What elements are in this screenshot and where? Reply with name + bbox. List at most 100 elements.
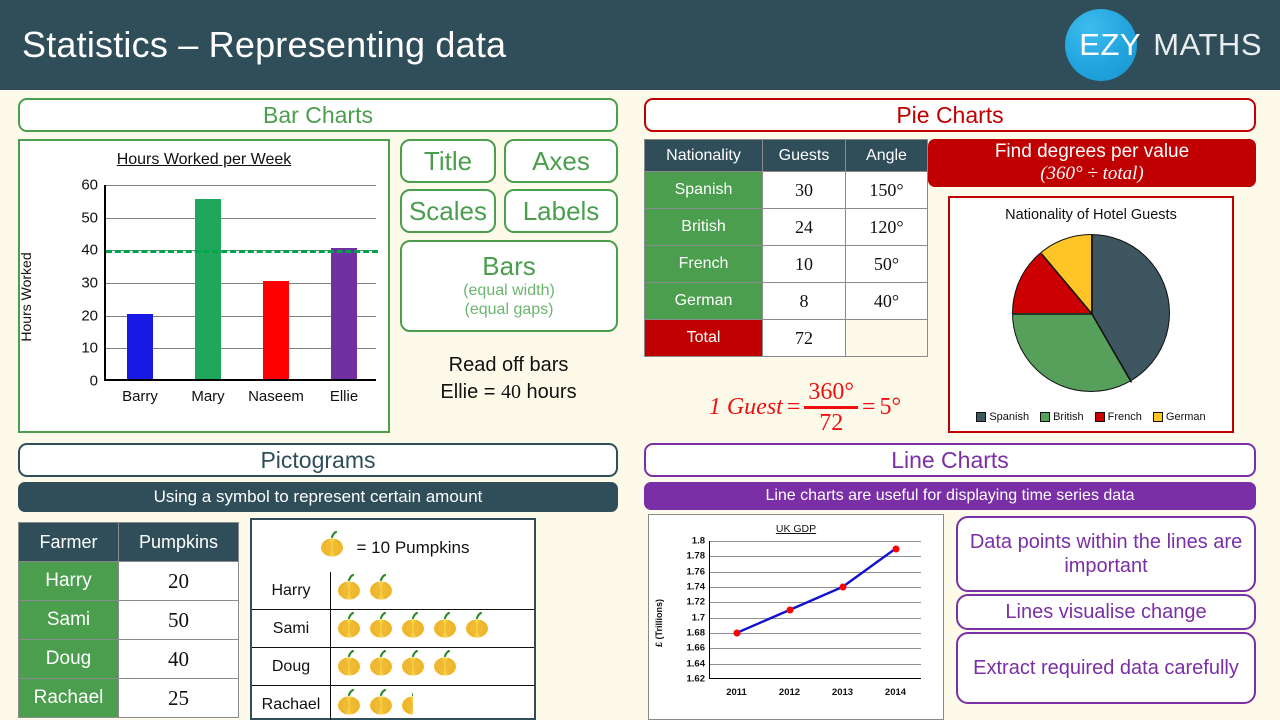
page-header: Statistics – Representing data EZY MATHS bbox=[0, 0, 1280, 90]
pictogram-row-label: Doug bbox=[271, 657, 311, 675]
bar-chart-bar bbox=[127, 313, 153, 379]
formula-denominator: 72 bbox=[819, 409, 844, 436]
pictogram-data-table: Farmer Pumpkins Harry 20 Sami 50 Doug 40 Racha… bbox=[18, 522, 239, 718]
feature-pill-title: Title bbox=[400, 139, 496, 183]
cell-farmer: Harry bbox=[18, 561, 119, 601]
cell-nationality: Spanish bbox=[644, 171, 763, 209]
cell-farmer: Rachael bbox=[18, 678, 119, 718]
formula-result: 5° bbox=[879, 393, 902, 420]
bar-chart-ylabel: Hours Worked bbox=[18, 252, 34, 342]
pumpkin-icon bbox=[434, 611, 456, 638]
pumpkin-icon bbox=[370, 611, 392, 638]
bar-chart-gridline bbox=[106, 217, 376, 219]
pictogram-symbols bbox=[330, 686, 534, 720]
bar-chart-ytick: 40 bbox=[81, 241, 98, 259]
pictogram-symbols bbox=[330, 572, 534, 609]
line-chart-datapoint bbox=[733, 629, 740, 637]
line-chart-xtick: 2011 bbox=[726, 687, 747, 698]
pumpkin-icon bbox=[338, 688, 360, 714]
section-title-bar-charts: Bar Charts bbox=[18, 98, 618, 132]
cell-angle: 120° bbox=[845, 208, 928, 246]
line-chart-ytick: 1.66 bbox=[686, 642, 706, 654]
cell-nationality: British bbox=[644, 208, 763, 246]
line-chart-panel: UK GDP £ (Trillions) 1.62 1.64 1.66 1.68 1.7… bbox=[648, 514, 944, 720]
pictogram-row-label: Sami bbox=[272, 619, 310, 637]
bar-chart-ytick: 0 bbox=[89, 372, 98, 390]
section-title-line-charts: Line Charts bbox=[644, 443, 1256, 477]
cell-empty bbox=[845, 319, 928, 357]
table-row: Harry 20 bbox=[18, 561, 239, 601]
line-chart-plot-area: 1.62 1.64 1.66 1.68 1.7 1.72 1.74 1.76 1.78 1.8 20… bbox=[687, 536, 921, 698]
pie-legend-label: Spanish bbox=[989, 411, 1030, 423]
pumpkin-icon bbox=[338, 611, 360, 638]
bar-chart-bar bbox=[263, 281, 289, 379]
read-off-value: 40 bbox=[501, 381, 521, 403]
pictogram-symbols bbox=[330, 610, 534, 647]
line-chart-ytick: 1.72 bbox=[686, 596, 706, 608]
pie-degrees-banner: Find degrees per value (360° ÷ total) bbox=[928, 139, 1256, 187]
line-chart-datapoint bbox=[786, 606, 793, 614]
pie-data-table: Nationality Guests Angle Spanish 30 150° Br… bbox=[644, 139, 928, 357]
pumpkin-icon bbox=[434, 649, 456, 676]
pie-chart-panel: Nationality of Hotel Guests Spanish Briti… bbox=[948, 196, 1234, 433]
pictogram-row: Doug bbox=[252, 648, 534, 686]
pumpkin-icon bbox=[338, 649, 360, 676]
line-charts-banner: Line charts are useful for displaying ti… bbox=[644, 482, 1256, 510]
bar-chart-category-label: Barry bbox=[122, 388, 158, 405]
formula-numerator: 360° bbox=[808, 379, 854, 405]
read-off-unit: hours bbox=[521, 381, 577, 403]
th-guests: Guests bbox=[762, 139, 846, 172]
line-chart-datapoint bbox=[892, 545, 899, 553]
table-row: Doug 40 bbox=[18, 639, 239, 679]
cell-farmer: Sami bbox=[18, 600, 119, 640]
pictogram-row-label: Rachael bbox=[261, 696, 321, 713]
formula-equals-2: = bbox=[862, 393, 876, 420]
bar-chart-bar bbox=[195, 199, 221, 379]
cell-angle: 40° bbox=[845, 282, 928, 320]
pie-legend-label: German bbox=[1165, 411, 1206, 423]
bar-chart-title: Hours Worked per Week bbox=[116, 151, 292, 168]
line-chart-series bbox=[736, 547, 897, 635]
line-chart-xtick: 2012 bbox=[778, 687, 801, 698]
pumpkin-icon bbox=[402, 649, 424, 676]
bar-chart-category-label: Mary bbox=[191, 388, 225, 405]
cell-total-guests: 72 bbox=[762, 319, 846, 357]
bar-chart-ytick: 50 bbox=[81, 209, 98, 227]
cell-pumpkins: 25 bbox=[118, 678, 239, 718]
line-note-3: Extract required data carefully bbox=[956, 632, 1256, 704]
line-chart-ylabel: £ (Trillions) bbox=[654, 598, 664, 648]
bar-chart-ytick: 10 bbox=[81, 339, 98, 357]
bar-chart-plot-area: 0 10 20 30 40 50 60 Barry Mary Naseem Ellie bbox=[81, 177, 378, 405]
pictogram-key: = 10 Pumpkins bbox=[252, 530, 534, 565]
formula-lhs: 1 Guest bbox=[708, 393, 783, 420]
cell-pumpkins: 40 bbox=[118, 639, 239, 679]
pie-legend-label: British bbox=[1053, 411, 1084, 423]
pie-slice-separators bbox=[1013, 235, 1133, 383]
poster-root: Statistics – Representing data EZY MATHS… bbox=[0, 0, 1280, 720]
pictograms-banner: Using a symbol to represent certain amou… bbox=[18, 482, 618, 512]
table-row: German 8 40° bbox=[644, 282, 928, 320]
pumpkin-icon bbox=[370, 573, 392, 600]
pie-legend-item: Spanish bbox=[976, 411, 1029, 423]
cell-guests: 8 bbox=[762, 282, 846, 320]
feature-pill-title-label: Title bbox=[423, 145, 473, 176]
bar-chart-ytick: 20 bbox=[81, 307, 98, 325]
cell-angle: 150° bbox=[845, 171, 928, 209]
pie-banner-line-1: Find degrees per value bbox=[994, 140, 1190, 162]
table-header-row: Nationality Guests Angle bbox=[644, 139, 928, 172]
pie-legend-item: French bbox=[1094, 411, 1142, 423]
logo-maths-text: MATHS bbox=[1153, 27, 1262, 62]
table-row: British 24 120° bbox=[644, 208, 928, 246]
pie-legend-item: British bbox=[1040, 411, 1084, 423]
pictogram-panel: = 10 Pumpkins Harry Sami Doug Rachael bbox=[250, 518, 536, 720]
line-chart-ytick: 1.62 bbox=[686, 673, 706, 685]
pumpkin-icon bbox=[402, 688, 424, 714]
section-title-line-charts-label: Line Charts bbox=[891, 446, 1009, 473]
cell-nationality: German bbox=[644, 282, 763, 320]
cell-angle: 50° bbox=[845, 245, 928, 283]
line-chart-ytick: 1.64 bbox=[686, 658, 706, 670]
bar-chart-category-label: Naseem bbox=[248, 388, 304, 405]
cell-farmer: Doug bbox=[18, 639, 119, 679]
section-title-pictograms-label: Pictograms bbox=[260, 446, 376, 473]
table-row: French 10 50° bbox=[644, 245, 928, 283]
